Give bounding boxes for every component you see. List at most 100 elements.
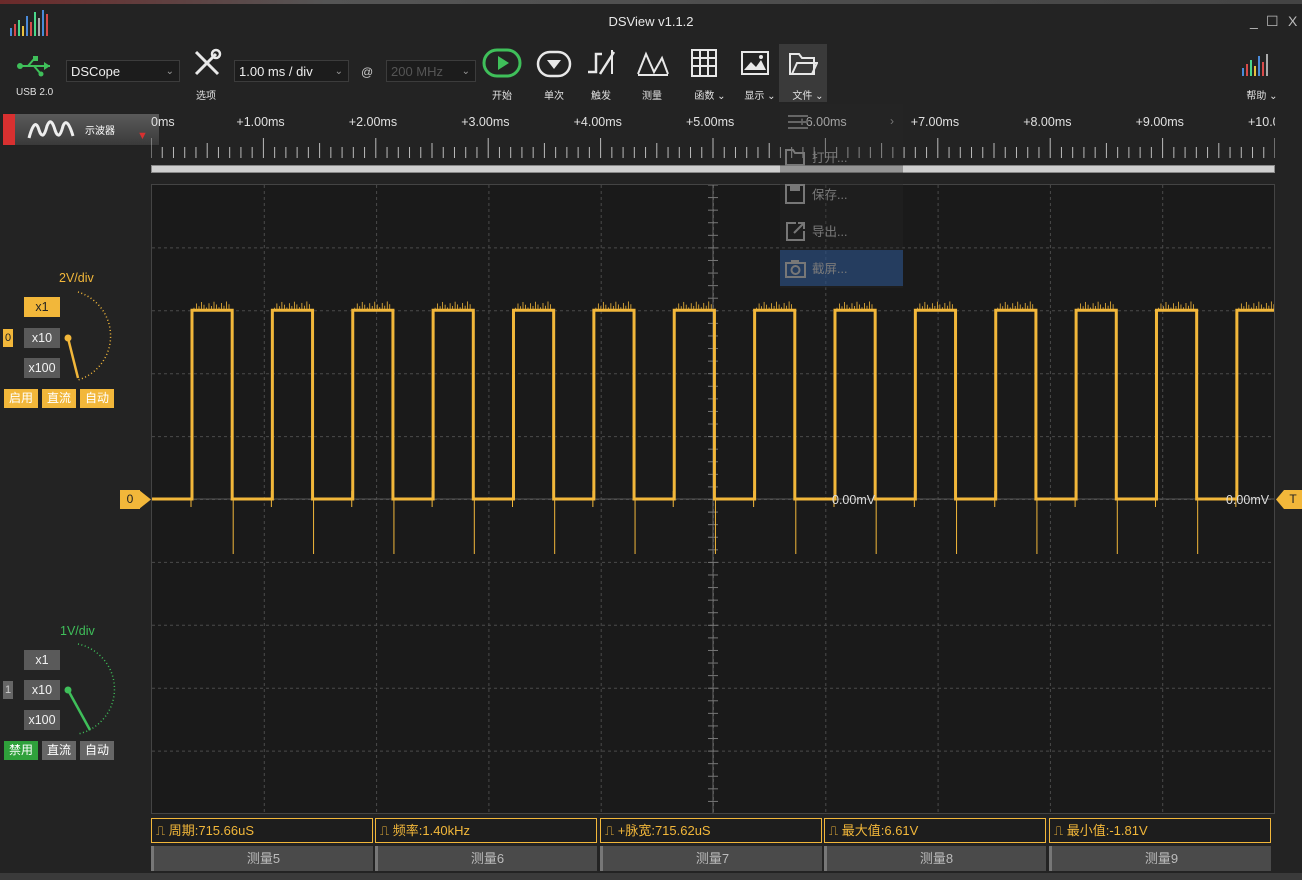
pulse-icon: ⎍ xyxy=(605,823,615,838)
menu-settings-icon xyxy=(788,115,808,129)
measure-slot-7[interactable]: 测量7 xyxy=(600,846,822,871)
time-ruler-ticks[interactable] xyxy=(151,136,1275,162)
menu-screenshot-label: 截屏... xyxy=(812,262,848,276)
export-icon xyxy=(786,222,805,241)
menu-open[interactable]: 打开... xyxy=(782,140,902,176)
camera-icon xyxy=(785,260,806,278)
menu-save[interactable]: 保存... xyxy=(782,177,902,213)
measure-max[interactable]: ⎍ 最大值:6.61V xyxy=(824,818,1046,843)
minimize-button[interactable]: _ xyxy=(1250,13,1258,29)
max-icon: ⎍ xyxy=(829,823,839,838)
close-button[interactable]: X xyxy=(1288,13,1297,29)
ruler-label: +3.00ms xyxy=(461,115,510,129)
oscilloscope-wave-icon xyxy=(27,120,75,139)
ch0-enable-button[interactable]: 启用 xyxy=(4,389,38,408)
maximize-button[interactable]: ☐ xyxy=(1266,13,1279,30)
file-label: 文件 xyxy=(792,91,813,102)
ch0-waveform xyxy=(152,308,1274,501)
measure-min[interactable]: ⎍ 最小值:-1.81V xyxy=(1049,818,1271,843)
offset-label-left: 0.00mV xyxy=(832,493,876,507)
usb-icon xyxy=(17,56,50,77)
bottom-scrollbar[interactable] xyxy=(0,873,1302,880)
waveform-plot[interactable] xyxy=(151,184,1275,814)
ch0-zero-marker[interactable]: 0 xyxy=(120,490,140,509)
window-title: DSView v1.1.2 xyxy=(608,14,694,29)
measure-period[interactable]: ⎍ 周期:715.66uS xyxy=(151,818,373,843)
mode-tab[interactable]: 示波器 ▼ xyxy=(2,113,160,146)
ruler-label: +9.00ms xyxy=(1135,115,1184,129)
measure-icon[interactable] xyxy=(636,48,670,78)
ch0-scale-x10[interactable]: x10 xyxy=(24,328,60,348)
measure-period-value: 周期:715.66uS xyxy=(168,823,255,838)
ch1-index-badge: 1 xyxy=(3,681,13,699)
display-label: 显示 xyxy=(744,91,765,102)
ch1-scale-x10[interactable]: x10 xyxy=(24,680,60,700)
samplerate-select[interactable]: 200 MHz ⌄ xyxy=(386,60,476,82)
ch1-scale-x1[interactable]: x1 xyxy=(24,650,60,670)
ch1-scale-x100[interactable]: x100 xyxy=(24,710,60,730)
ruler-label: +8.00ms xyxy=(1023,115,1072,129)
ruler-label: 0ms xyxy=(151,115,175,129)
at-label: @ xyxy=(361,65,374,79)
measure-slot-5[interactable]: 测量5 xyxy=(151,846,373,871)
display-icon[interactable] xyxy=(740,50,770,76)
file-menu[interactable]: 文件 ⌄ xyxy=(778,87,838,102)
menu-open-label: 打开... xyxy=(812,151,848,165)
tools-icon[interactable] xyxy=(192,48,222,78)
ruler-label: +7.00ms xyxy=(910,115,960,129)
window-top-accent xyxy=(0,0,1302,4)
ch0-coupling-button[interactable]: 直流 xyxy=(42,389,76,408)
time-scrollbar[interactable] xyxy=(151,165,1275,173)
measure-frequency[interactable]: ⎍ 频率:1.40kHz xyxy=(375,818,597,843)
measure-max-value: 最大值:6.61V xyxy=(841,823,919,838)
mode-tab-accent xyxy=(3,114,15,145)
measure-slot-6[interactable]: 测量6 xyxy=(375,846,597,871)
ch0-scale-x100[interactable]: x100 xyxy=(24,358,60,378)
ch1-enable-button[interactable]: 禁用 xyxy=(4,741,38,760)
menu-export[interactable]: 导出... xyxy=(782,214,902,250)
start-label: 开始 xyxy=(492,91,512,102)
submenu-chevron-icon: › xyxy=(890,114,894,128)
save-icon xyxy=(785,184,805,204)
ch1-coupling-button[interactable]: 直流 xyxy=(42,741,76,760)
ch0-index-badge: 0 xyxy=(3,329,13,347)
samplerate-value: 200 MHz xyxy=(391,64,444,79)
timebase-select[interactable]: 1.00 ms / div ⌄ xyxy=(234,60,349,82)
device-select[interactable]: DSCope ⌄ xyxy=(66,60,180,82)
device-value: DSCope xyxy=(71,64,121,79)
ch0-marker-arrow xyxy=(139,490,151,509)
function-label: 函数 xyxy=(694,91,715,102)
function-icon[interactable] xyxy=(690,48,718,78)
menu-screenshot[interactable]: 截屏... xyxy=(782,251,902,287)
ch1-auto-button[interactable]: 自动 xyxy=(80,741,114,760)
ruler-label: +1.00ms xyxy=(236,115,285,129)
measure-slot-9[interactable]: 测量9 xyxy=(1049,846,1271,871)
ruler-label: +5.00ms xyxy=(686,115,735,129)
measure-label: 测量 xyxy=(642,91,662,102)
measure-slot-8[interactable]: 测量8 xyxy=(824,846,1046,871)
start-icon[interactable] xyxy=(482,48,522,78)
measure-pulse-width-value: +脉宽:715.62uS xyxy=(617,823,711,838)
folder-icon[interactable] xyxy=(788,50,818,78)
help-logo-icon[interactable] xyxy=(1240,52,1274,78)
trigger-icon[interactable] xyxy=(586,48,618,78)
ch0-scale-x1[interactable]: x1 xyxy=(24,297,60,317)
trigger-marker-arrow xyxy=(1276,490,1284,509)
measure-pulse-width[interactable]: ⎍ +脉宽:715.62uS xyxy=(600,818,822,843)
menu-export-label: 导出... xyxy=(812,225,848,239)
help-menu[interactable]: 帮助 ⌄ xyxy=(1232,87,1292,102)
open-folder-icon xyxy=(785,149,805,166)
trigger-marker[interactable]: T xyxy=(1284,490,1302,509)
help-label: 帮助 xyxy=(1246,91,1267,102)
mode-dropdown-icon[interactable]: ▼ xyxy=(137,130,148,142)
measure-min-value: 最小值:-1.81V xyxy=(1066,823,1148,838)
ruler-label: +2.00ms xyxy=(348,115,398,129)
waveform-canvas xyxy=(152,184,1275,813)
ch0-auto-button[interactable]: 自动 xyxy=(80,389,114,408)
timebase-value: 1.00 ms / div xyxy=(239,64,313,79)
measure-frequency-value: 频率:1.40kHz xyxy=(392,823,471,838)
rise-edge-icon: ⎍ xyxy=(156,823,166,838)
single-icon[interactable] xyxy=(536,50,572,78)
min-icon: ⎍ xyxy=(1054,823,1064,838)
menu-save-label: 保存... xyxy=(812,188,848,202)
